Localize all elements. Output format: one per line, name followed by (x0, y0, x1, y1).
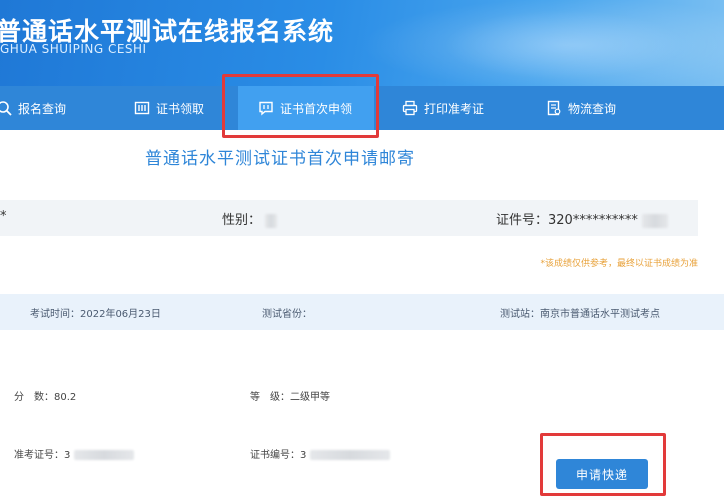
exam-province: 测试省份： (262, 309, 312, 320)
id-number-text: 证件号：320********** (496, 213, 638, 228)
admission-ticket-label: 准考证号： (14, 450, 64, 461)
certificate-number-field: 证书编号：3 (250, 446, 390, 461)
score-value: 80.2 (54, 392, 77, 403)
grade-label: 等 级： (250, 392, 290, 403)
exam-time: 考试时间：2022年06月23日 (30, 305, 161, 320)
app-subtitle: GHUA SHUIPING CESHI (0, 42, 147, 56)
exam-station-label: 测试站： (500, 309, 540, 320)
nav-item-label: 证书领取 (156, 101, 205, 116)
printer-icon (402, 100, 418, 116)
gender-label-text: 性别： (222, 213, 262, 228)
nav-item-print-admission[interactable]: 打印准考证 (402, 86, 484, 130)
nav-item-label: 证书首次申领 (280, 101, 353, 116)
nav-item-registration-query[interactable]: 报名查询 (0, 86, 66, 130)
id-number-field: 证件号：320********** (496, 209, 668, 228)
nav-item-label: 物流查询 (568, 101, 617, 116)
exam-info-row: 考试时间：2022年06月23日 测试省份： 测试站：南京市普通话水平测试考点 (0, 294, 724, 330)
certificate-number-value: 3 (300, 450, 307, 461)
main-nav: 报名查询 证书领取 证书首次申领 打印准考证 物流查询 (0, 86, 724, 130)
message-icon (258, 100, 274, 116)
gender-label: 性别： (222, 209, 278, 228)
exam-station: 测试站：南京市普通话水平测试考点 (500, 305, 660, 320)
exam-time-value: 2022年06月23日 (80, 309, 161, 320)
admission-ticket-redacted (73, 450, 134, 460)
grade-value: 二级甲等 (290, 392, 330, 403)
nav-item-label: 报名查询 (18, 101, 67, 116)
apply-express-button[interactable]: 申请快递 (556, 459, 648, 489)
applicant-info-row: * 性别： 证件号：320********** (0, 200, 698, 236)
score-disclaimer: *该成绩仅供参考，最终以证书成绩为准 (540, 259, 698, 269)
nav-item-first-certificate-apply[interactable]: 证书首次申领 (238, 86, 374, 130)
header-banner: 普通话水平测试在线报名系统 GHUA SHUIPING CESHI (0, 0, 724, 86)
exam-station-value: 南京市普通话水平测试考点 (540, 309, 660, 320)
score-label: 分 数： (14, 392, 54, 403)
search-icon (0, 100, 12, 116)
banner-globe-decoration (444, 10, 684, 80)
certificate-icon (134, 100, 150, 116)
name-field: * (0, 209, 7, 224)
id-number-redacted (641, 213, 668, 228)
admission-ticket-field: 准考证号：3 (14, 446, 134, 461)
nav-item-label: 打印准考证 (424, 101, 485, 116)
nav-item-logistics-query[interactable]: 物流查询 (546, 86, 616, 130)
certificate-number-redacted (309, 450, 390, 460)
certificate-number-label: 证书编号： (250, 450, 300, 461)
nav-item-certificate-collect[interactable]: 证书领取 (134, 86, 204, 130)
gender-redacted (265, 213, 278, 228)
grade-field: 等 级：二级甲等 (250, 388, 330, 403)
exam-time-label: 考试时间： (30, 309, 80, 320)
document-icon (546, 100, 562, 116)
score-field: 分 数：80.2 (14, 388, 76, 403)
admission-ticket-value: 3 (64, 450, 71, 461)
page-title: 普通话水平测试证书首次申请邮寄 (145, 149, 415, 169)
